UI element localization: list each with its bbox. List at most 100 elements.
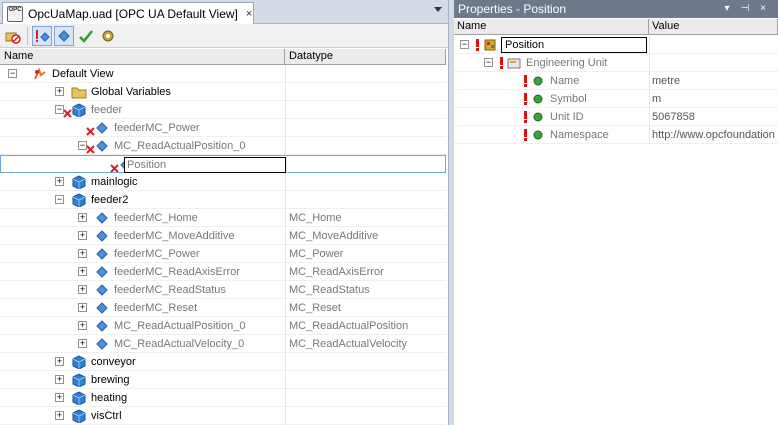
tree-row-label: feederMC_Power [114,248,200,260]
expand-icon[interactable]: + [78,267,87,276]
property-label: Name [550,75,580,87]
prop-value-column-header[interactable]: Value [649,19,778,35]
expand-icon[interactable]: + [78,249,87,258]
close-icon[interactable]: × [756,2,770,16]
opc-file-icon: OPC [7,5,23,22]
tree-row-datatype [285,389,446,407]
document-tab[interactable]: OPC OpcUaMap.uad [OPC UA Default View] × [2,2,254,24]
property-icon [530,110,546,124]
tree-row[interactable]: − feeder2 [0,191,446,209]
tree-row[interactable]: + feederMC_MoveAdditive MC_MoveAdditive [0,227,446,245]
collapse-icon[interactable]: − [460,40,469,49]
pin-icon[interactable]: ⊣ [738,2,752,16]
expand-icon[interactable]: + [55,87,64,96]
enable-button[interactable] [32,25,52,46]
tree-row[interactable]: + visCtrl [0,407,446,425]
document-tabbar: OPC OpcUaMap.uad [OPC UA Default View] × [0,0,448,24]
tree-row[interactable]: + MC_ReadActualVelocity_0 MC_ReadActualVel… [0,335,446,353]
name-column-header[interactable]: Name [0,49,285,65]
tree-row-datatype [285,191,446,209]
tree-row-datatype [285,173,446,191]
properties-panel: Properties - Position ▾ ⊣ × Name Value −… [454,0,778,425]
cube-icon [71,175,87,190]
variable-icon [94,319,110,333]
property-icon [530,128,546,142]
remove-mapping-button[interactable] [3,26,23,46]
properties-title: Properties - Position [458,2,567,16]
expand-icon[interactable]: + [55,375,64,384]
property-row[interactable]: − Engineering Unit [454,54,778,72]
property-row[interactable]: Symbol m [454,90,778,108]
chevron-down-icon[interactable]: ▾ [720,2,734,16]
property-value[interactable]: 5067858 [649,108,778,126]
property-row[interactable]: − Position [454,36,778,54]
warning-icon [476,39,479,51]
tag-button[interactable] [54,25,74,46]
property-value[interactable]: http://www.opcfoundation [649,126,778,144]
tree-row[interactable]: + heating [0,389,446,407]
tree-row[interactable]: + mainlogic [0,173,446,191]
tree-row[interactable]: + feederMC_Reset MC_Reset [0,299,446,317]
chevron-down-icon[interactable] [434,7,442,12]
property-icon [530,74,546,88]
tree-row-label: MC_ReadActualVelocity_0 [114,338,245,350]
tree-row[interactable]: + feederMC_Home MC_Home [0,209,446,227]
tree-row-label: feeder [91,104,123,116]
datatype-column-header[interactable]: Datatype [285,49,446,65]
properties-titlebar: Properties - Position ▾ ⊣ × [454,0,778,18]
tree-row[interactable]: feederMC_Power [0,119,446,137]
tree-row-label: Global Variables [91,86,171,98]
property-label: Engineering Unit [526,57,608,69]
tree-row[interactable]: − feeder [0,101,446,119]
cube-icon [71,355,87,370]
expand-icon[interactable]: + [78,303,87,312]
prop-name-column-header[interactable]: Name [454,19,649,35]
tree-row[interactable]: + brewing [0,371,446,389]
expand-icon[interactable]: + [78,213,87,222]
variable-icon [94,211,110,225]
expand-icon[interactable]: + [78,321,87,330]
tree-row[interactable]: − MC_ReadActualPosition_0 [0,137,446,155]
expand-icon[interactable]: + [78,285,87,294]
check-button[interactable] [76,26,96,46]
toolbar-separator [27,26,28,45]
tree-row-label: feederMC_Home [114,212,198,224]
property-row[interactable]: Namespace http://www.opcfoundation [454,126,778,144]
property-value[interactable] [649,54,778,72]
close-icon[interactable]: × [246,8,252,20]
expand-icon[interactable]: + [55,411,64,420]
tree-row-label: MC_ReadActualPosition_0 [114,320,246,332]
tree-row[interactable]: + conveyor [0,353,446,371]
expand-icon[interactable]: + [55,393,64,402]
tree-row[interactable]: + MC_ReadActualPosition_0 MC_ReadActualPos… [0,317,446,335]
property-value[interactable]: metre [649,72,778,90]
property-row[interactable]: Unit ID 5067858 [454,108,778,126]
collapse-icon[interactable]: − [484,58,493,67]
expand-icon[interactable]: + [55,177,64,186]
property-value[interactable]: m [649,90,778,108]
tree-row[interactable]: Position [0,155,446,174]
expand-icon[interactable]: + [78,231,87,240]
variable-icon [94,229,110,243]
tree-column-header: Name Datatype [0,49,446,65]
collapse-icon[interactable]: − [55,195,64,204]
tree-row[interactable]: + feederMC_ReadStatus MC_ReadStatus [0,281,446,299]
rename-input[interactable]: Position [124,157,286,173]
variable-icon [94,139,110,153]
expand-icon[interactable]: + [78,339,87,348]
collapse-icon[interactable]: − [8,69,17,78]
tree-row-label: feeder2 [91,194,129,206]
tree-row-label: feederMC_Reset [114,302,198,314]
settings-button[interactable] [98,26,118,46]
tree-row[interactable]: + feederMC_Power MC_Power [0,245,446,263]
property-object-label[interactable]: Position [501,37,647,53]
cube-icon [71,373,87,388]
tree-row[interactable]: + Global Variables [0,83,446,101]
property-row[interactable]: Name metre [454,72,778,90]
tree-row[interactable]: − Default View [0,65,446,83]
property-value[interactable] [649,36,778,54]
variable-icon [94,121,110,135]
tree-row[interactable]: + feederMC_ReadAxisError MC_ReadAxisError [0,263,446,281]
expand-icon[interactable]: + [55,357,64,366]
warning-icon [524,129,527,141]
